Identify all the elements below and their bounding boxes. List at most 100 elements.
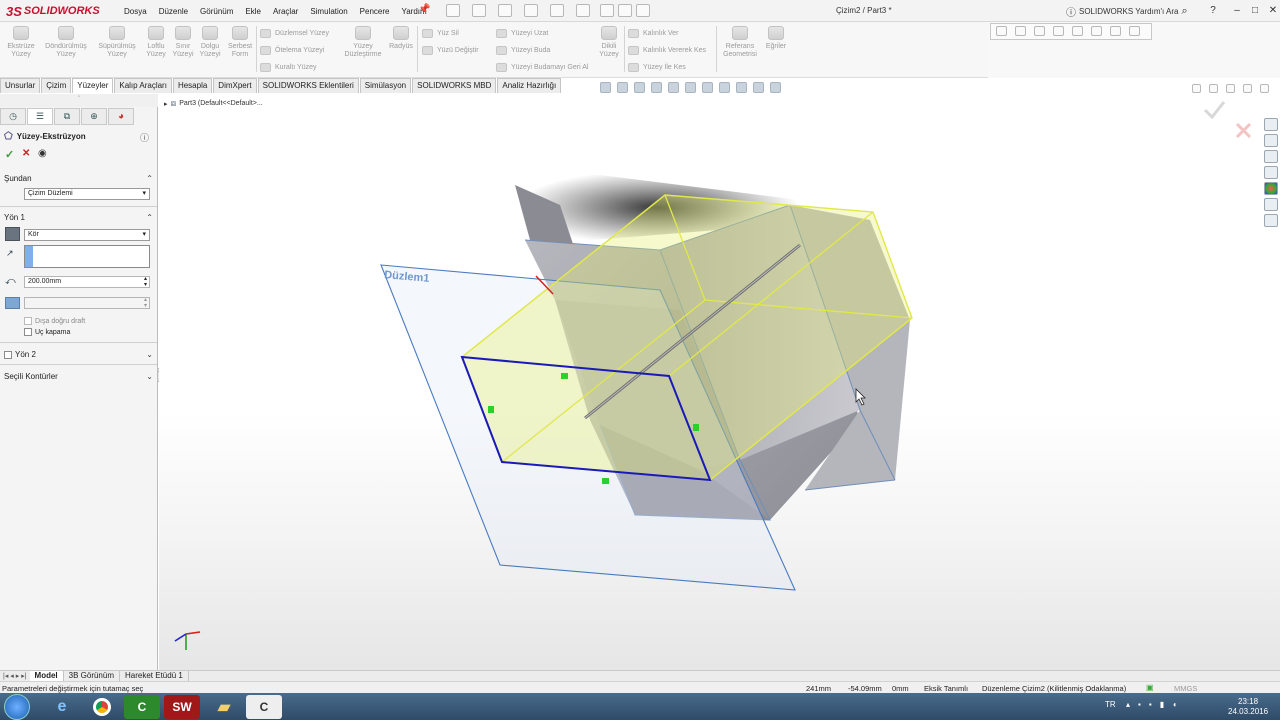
reverse-direction-icon[interactable] — [5, 227, 20, 241]
property-manager-tab[interactable]: ☰ — [27, 108, 53, 125]
menu-gorunum[interactable]: Görünüm — [194, 7, 239, 16]
planar-surface-tool[interactable]: Düzlemsel Yüzey — [260, 28, 329, 39]
hide-show-icon[interactable] — [719, 82, 730, 93]
fill-surface-tool[interactable]: Dolgu Yüzeyi — [195, 26, 225, 59]
dynamic-annotation-icon[interactable] — [668, 82, 679, 93]
menu-dosya[interactable]: Dosya — [118, 7, 153, 16]
volume-icon[interactable]: ◖ — [1172, 700, 1177, 709]
lofted-surface-tool[interactable]: Loftlu Yüzey — [141, 26, 171, 59]
status-units[interactable]: MMGS — [1174, 684, 1197, 693]
maximize-viewport-icon[interactable] — [1243, 84, 1252, 93]
fillet-tool[interactable]: Radyüs — [386, 26, 416, 51]
view-palette-icon[interactable] — [1264, 166, 1278, 179]
model-view[interactable]: Düzlem1 — [159, 94, 1280, 670]
replace-face-tool[interactable]: Yüzü Değiştir — [422, 45, 479, 56]
swept-surface-tool[interactable]: Süpürülmüş Yüzey — [94, 26, 140, 59]
file-explorer-taskbar-icon[interactable]: ▰ — [206, 695, 242, 719]
options-gear-icon[interactable] — [636, 4, 650, 17]
camtasia-icon[interactable]: C — [124, 695, 160, 719]
camtasia-recorder-icon[interactable]: C — [246, 695, 282, 719]
draft-angle-input[interactable]: ▴ ▾ — [24, 297, 150, 309]
file-properties-icon[interactable] — [618, 4, 632, 17]
close-button[interactable]: ✕ — [1264, 3, 1280, 18]
ok-checkmark-icon[interactable]: ✓ — [5, 148, 14, 161]
section-header-sundan[interactable]: Şundan ⌃ — [0, 172, 157, 185]
view-orientation-icon[interactable] — [685, 82, 696, 93]
panel-handle[interactable]: ◦ — [0, 94, 158, 107]
tab-kalip-araclari[interactable]: Kalıp Araçları — [114, 78, 172, 93]
tab-eklentiler[interactable]: SOLIDWORKS Eklentileri — [257, 78, 359, 93]
depth-input[interactable]: 200.00mm ▴ ▾ — [24, 276, 150, 288]
apply-scene-icon[interactable] — [753, 82, 764, 93]
display-style-icon[interactable] — [702, 82, 713, 93]
section-view-icon[interactable] — [651, 82, 662, 93]
language-indicator[interactable]: TR — [1105, 700, 1116, 709]
spinner-icon[interactable]: ▴ ▾ — [144, 297, 147, 309]
thickened-cut-tool[interactable]: Kalınlık Vererek Kes — [628, 45, 706, 56]
tab-3d-view[interactable]: 3B Görünüm — [64, 671, 120, 681]
extend-surface-tool[interactable]: Yüzeyi Uzat — [496, 28, 588, 39]
file-explorer-icon[interactable] — [1264, 150, 1278, 163]
menu-duzenle[interactable]: Düzenle — [153, 7, 194, 16]
freeform-tool[interactable]: Serbest Form — [225, 26, 255, 59]
edit-appearance-icon[interactable] — [736, 82, 747, 93]
offset-surface-tool[interactable]: Ötelema Yüzeyi — [260, 45, 329, 56]
new-document-icon[interactable] — [446, 4, 460, 17]
toolbar-icon[interactable] — [1072, 26, 1083, 36]
section-header-selected-contours[interactable]: Seçili Kontürler ⌄ — [0, 370, 157, 383]
zoom-area-icon[interactable] — [617, 82, 628, 93]
save-icon[interactable] — [498, 4, 512, 17]
trim-surface-tool[interactable]: Yüzeyi Buda — [496, 45, 588, 56]
close-viewport-icon[interactable] — [1260, 84, 1269, 93]
appearances-icon[interactable] — [1264, 182, 1278, 195]
maximize-button[interactable]: □ — [1246, 3, 1264, 18]
untrim-surface-tool[interactable]: Yüzeyi Budamayı Geri Al — [496, 62, 588, 73]
tray-app-icon[interactable]: ▪ — [1138, 700, 1141, 709]
home-icon[interactable] — [1264, 118, 1278, 131]
display-manager-tab[interactable]: ◕ — [108, 108, 134, 125]
knit-surface-tool[interactable]: Dikili Yüzey — [594, 26, 624, 59]
undo-icon[interactable] — [550, 4, 564, 17]
constraint-marker[interactable] — [693, 424, 699, 431]
delete-face-tool[interactable]: Yüz Sil — [422, 28, 479, 39]
select-icon[interactable] — [576, 4, 590, 17]
revolved-surface-tool[interactable]: Döndürülmüş Yüzey — [40, 26, 92, 59]
tab-cizim[interactable]: Çizim — [41, 78, 72, 93]
menu-pencere[interactable]: Pencere — [354, 7, 396, 16]
constraint-marker[interactable] — [561, 373, 568, 379]
ruled-surface-tool[interactable]: Kuraltı Yüzey — [260, 62, 329, 73]
toolbar-icon[interactable] — [1053, 26, 1064, 36]
toolbar-icon[interactable] — [996, 26, 1007, 36]
previous-view-icon[interactable] — [634, 82, 645, 93]
internet-explorer-icon[interactable]: e — [44, 695, 80, 719]
toolbar-icon[interactable] — [1091, 26, 1102, 36]
start-button-icon[interactable] — [4, 694, 30, 720]
dimxpert-manager-tab[interactable]: ⊕ — [81, 108, 107, 125]
chrome-icon[interactable] — [84, 695, 120, 719]
end-condition-select[interactable]: Kör ▾ — [24, 229, 150, 241]
pin-icon[interactable]: 📌 — [418, 4, 430, 16]
search-icon[interactable]: ⌕ — [1181, 5, 1187, 18]
draft-outward-checkbox[interactable]: Dışa doğru draft — [24, 317, 85, 325]
section-header-yon2[interactable]: Yön 2 ⌄ — [0, 348, 157, 361]
direction-selection-box[interactable] — [24, 245, 150, 268]
help-button[interactable]: ? — [1204, 3, 1222, 18]
constraint-marker[interactable] — [488, 406, 494, 413]
print-icon[interactable] — [524, 4, 538, 17]
feature-manager-tab[interactable]: ◷ — [0, 108, 26, 125]
tile-viewport-icon[interactable] — [1209, 84, 1218, 93]
forum-icon[interactable] — [1264, 214, 1278, 227]
draft-icon[interactable] — [5, 297, 20, 309]
custom-properties-icon[interactable] — [1264, 198, 1278, 211]
menu-simulation[interactable]: Simulation — [304, 7, 353, 16]
tray-app-icon[interactable]: ▪ — [1149, 700, 1152, 709]
tab-analiz[interactable]: Analiz Hazırlığı — [497, 78, 562, 93]
spinner-icon[interactable]: ▴ ▾ — [144, 276, 147, 288]
solidworks-logo[interactable]: 3S SOLIDWORKS — [6, 3, 100, 19]
toolbar-icon[interactable] — [1015, 26, 1026, 36]
constraint-marker[interactable] — [602, 478, 609, 484]
cap-end-checkbox[interactable]: Uç kapama — [24, 328, 70, 336]
toolbar-icon[interactable] — [1129, 26, 1140, 36]
open-icon[interactable] — [472, 4, 486, 17]
menu-araclar[interactable]: Araçlar — [267, 7, 304, 16]
